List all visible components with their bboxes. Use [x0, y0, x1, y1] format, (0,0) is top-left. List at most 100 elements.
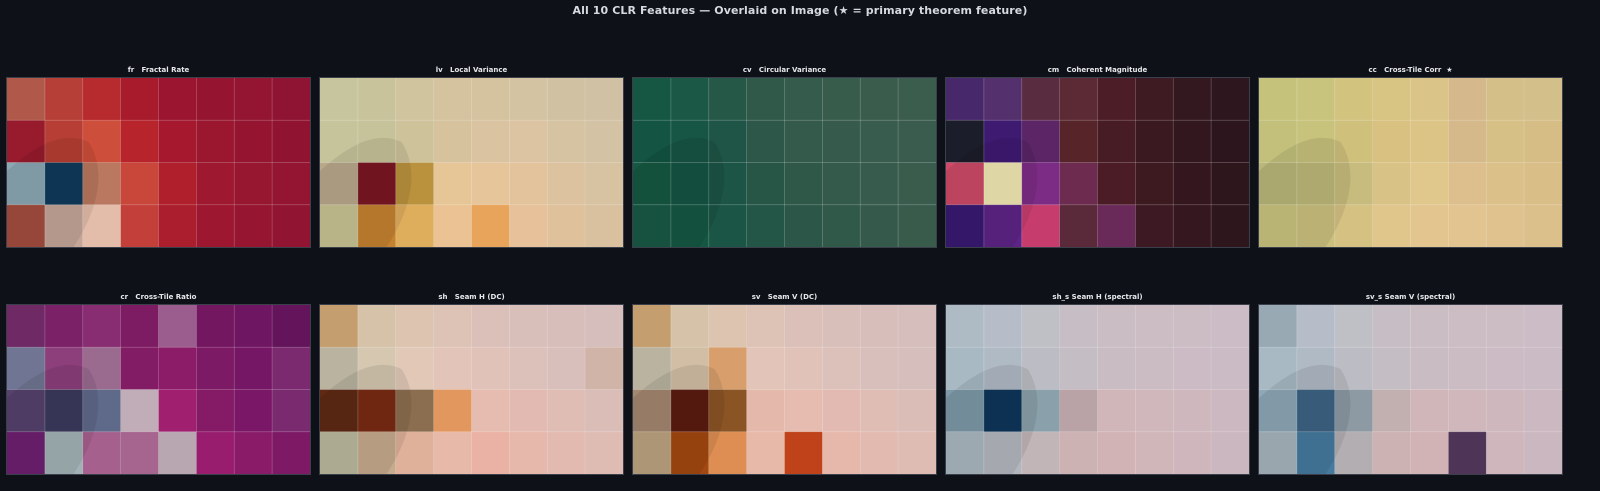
- heatmap-cell: [1059, 347, 1098, 390]
- heatmap-cell: [196, 78, 235, 121]
- heatmap-cell: [1410, 120, 1449, 163]
- heatmap-cell: [547, 162, 586, 206]
- heatmap-cell: [1211, 347, 1249, 390]
- heatmap-cell: [509, 431, 548, 474]
- heatmap-cell: [471, 120, 510, 163]
- heatmap-cell: [196, 162, 235, 206]
- heatmap-panel-4: cm Coherent Magnitude: [945, 66, 1250, 248]
- heatmap-cell: [272, 389, 310, 433]
- heatmap-cell: [1372, 204, 1411, 247]
- heatmap-cell: [471, 431, 510, 474]
- heatmap-svg: [946, 78, 1249, 247]
- heatmap-cell: [1486, 431, 1525, 474]
- heatmap-cell: [1448, 204, 1487, 247]
- heatmap-cell: [1097, 347, 1136, 390]
- heatmap-cell: [585, 120, 623, 163]
- heatmap-cell: [1524, 431, 1562, 474]
- heatmap-cell: [670, 78, 710, 121]
- heatmap-cell: [1021, 305, 1060, 348]
- heatmap-cell: [158, 78, 197, 121]
- heatmap-cell: [585, 431, 623, 474]
- heatmap-cell: [196, 120, 235, 163]
- heatmap-cell: [1211, 162, 1249, 206]
- heatmap-cell: [272, 78, 310, 121]
- heatmap-cell: [585, 305, 623, 348]
- heatmap-cell: [320, 78, 359, 121]
- heatmap-cell: [471, 204, 510, 247]
- heatmap-cell: [1021, 78, 1060, 121]
- panel-title: sv Seam V (DC): [751, 293, 818, 301]
- heatmap-cell: [784, 347, 823, 390]
- heatmap-cell: [1097, 78, 1136, 121]
- heatmap-cell: [1372, 162, 1411, 206]
- heatmap-cell: [898, 120, 936, 163]
- heatmap-cell: [395, 78, 434, 121]
- heatmap-cell: [547, 120, 586, 163]
- heatmap-cell: [1334, 305, 1373, 348]
- heatmap-cell: [234, 305, 273, 348]
- heatmap-panel-2: lv Local Variance: [319, 66, 624, 248]
- heatmap-cell: [509, 120, 548, 163]
- heatmap-cell: [1173, 204, 1212, 247]
- panel-title: cr Cross-Tile Ratio: [120, 293, 197, 301]
- heatmap-cell: [272, 305, 310, 348]
- heatmap-plot-area: [632, 77, 937, 248]
- heatmap-cell: [433, 162, 472, 206]
- heatmap-cell: [946, 305, 985, 348]
- heatmap-cell: [547, 305, 586, 348]
- heatmap-panel-9: sh_s Seam H (spectral): [945, 293, 1250, 475]
- heatmap-panel-1: fr Fractal Rate: [6, 66, 311, 248]
- heatmap-cell: [1097, 389, 1136, 433]
- heatmap-cell: [433, 347, 472, 390]
- heatmap-cell: [547, 204, 586, 247]
- heatmap-cell: [1211, 120, 1249, 163]
- heatmap-plot-area: [6, 77, 311, 248]
- heatmap-cell: [509, 162, 548, 206]
- heatmap-cell: [120, 431, 159, 474]
- heatmap-svg: [633, 78, 936, 247]
- heatmap-cell: [120, 347, 159, 390]
- heatmap-cell: [822, 120, 861, 163]
- heatmap-cell: [509, 204, 548, 247]
- heatmap-panel-8: sv Seam V (DC): [632, 293, 937, 475]
- heatmap-cell: [1524, 162, 1562, 206]
- heatmap-cell: [784, 389, 823, 433]
- heatmap-cell: [1486, 204, 1525, 247]
- panel-title: lv Local Variance: [435, 66, 508, 74]
- heatmap-svg: [946, 305, 1249, 474]
- heatmap-cell: [746, 78, 785, 121]
- heatmap-cell: [585, 347, 623, 390]
- heatmap-cell: [860, 431, 899, 474]
- heatmap-cell: [120, 305, 159, 348]
- heatmap-cell: [1211, 78, 1249, 121]
- heatmap-cell: [196, 347, 235, 390]
- heatmap-cell: [1097, 431, 1136, 474]
- heatmap-cell: [822, 431, 861, 474]
- heatmap-cell: [1524, 120, 1562, 163]
- heatmap-cell: [898, 347, 936, 390]
- heatmap-cell: [784, 162, 823, 206]
- heatmap-cell: [1410, 78, 1449, 121]
- heatmap-cell: [1173, 431, 1212, 474]
- heatmap-cell: [1486, 389, 1525, 433]
- heatmap-cell: [1524, 305, 1562, 348]
- heatmap-cell: [158, 389, 197, 433]
- heatmap-cell: [1524, 204, 1562, 247]
- heatmap-cell: [784, 431, 823, 474]
- heatmap-panel-5: cc Cross-Tile Corr ★: [1258, 66, 1563, 248]
- heatmap-cell: [120, 78, 159, 121]
- heatmap-cell: [1486, 347, 1525, 390]
- heatmap-cell: [1448, 347, 1487, 390]
- heatmap-cell: [1135, 78, 1174, 121]
- heatmap-cell: [1211, 389, 1249, 433]
- heatmap-cell: [357, 305, 397, 348]
- heatmap-cell: [1059, 120, 1098, 163]
- heatmap-cell: [120, 204, 159, 247]
- heatmap-cell: [1211, 431, 1249, 474]
- heatmap-cell: [471, 305, 510, 348]
- heatmap-cell: [1296, 78, 1336, 121]
- heatmap-cell: [1448, 162, 1487, 206]
- heatmap-cell: [196, 389, 235, 433]
- heatmap-cell: [1135, 431, 1174, 474]
- heatmap-cell: [1448, 120, 1487, 163]
